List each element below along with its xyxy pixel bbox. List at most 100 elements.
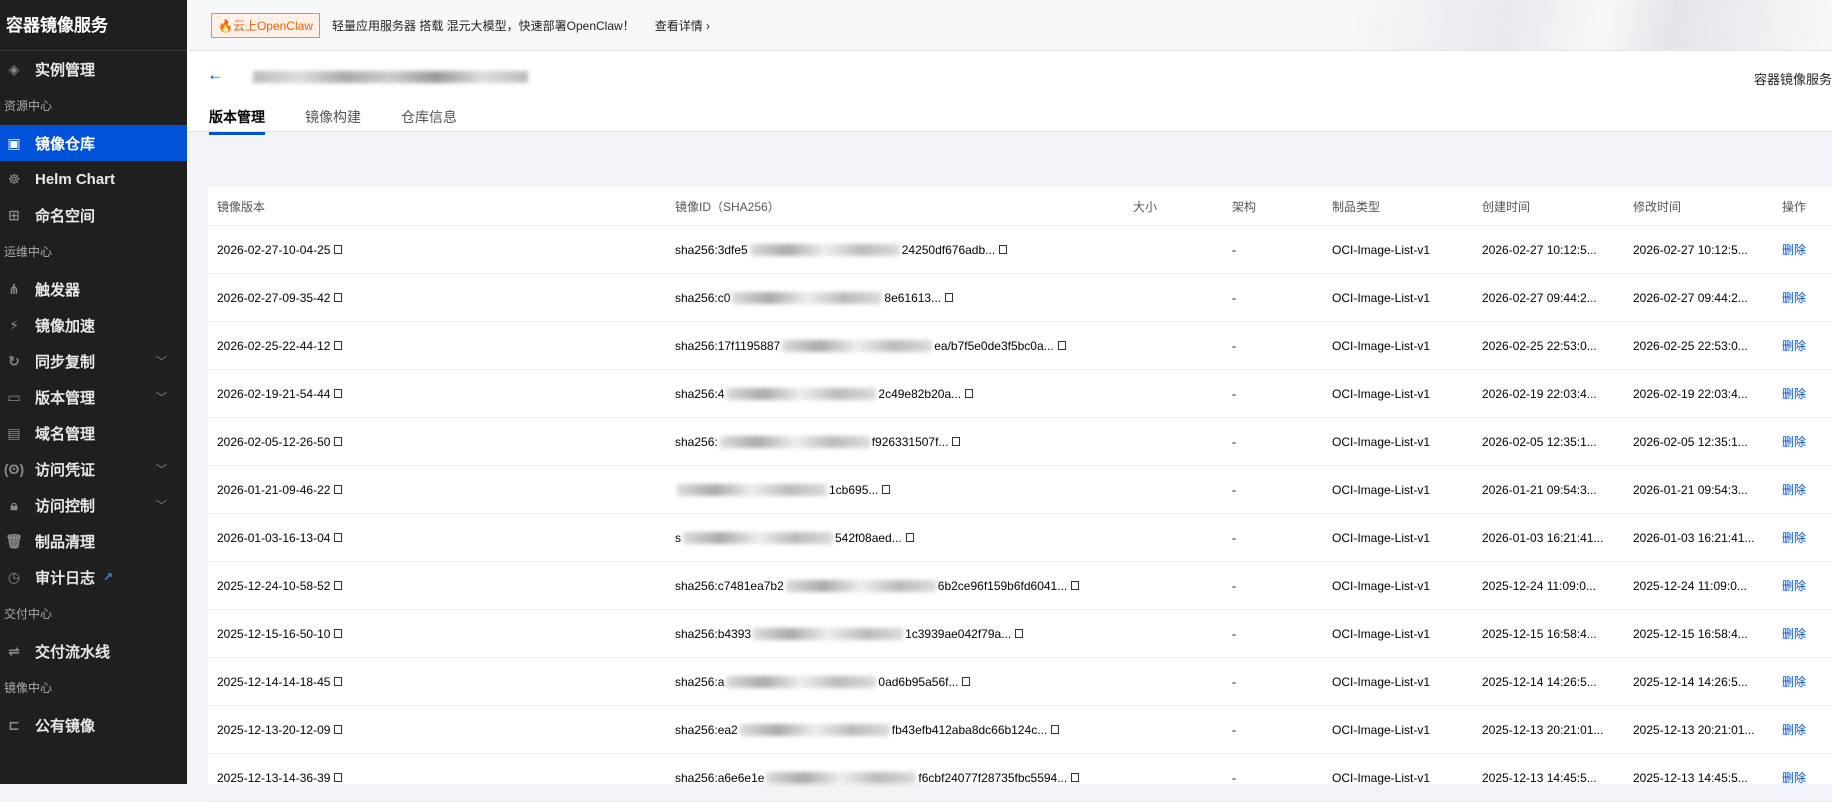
- artifact-type: OCI-Image-List-v1: [1332, 626, 1431, 641]
- created-time: 2026-02-19 22:03:4...: [1482, 386, 1597, 401]
- copy-icon[interactable]: [334, 341, 343, 350]
- copy-icon[interactable]: [334, 725, 343, 734]
- delete-button[interactable]: 删除: [1782, 226, 1806, 273]
- artifact-type: OCI-Image-List-v1: [1332, 434, 1431, 449]
- sidebar-item[interactable]: ◷ 审计日志 ↗: [0, 559, 187, 595]
- delete-button[interactable]: 删除: [1782, 466, 1806, 513]
- artifact-type: OCI-Image-List-v1: [1332, 722, 1431, 737]
- copy-icon[interactable]: [334, 485, 343, 494]
- arch: -: [1232, 770, 1236, 785]
- redacted-region: [785, 579, 936, 592]
- copy-icon[interactable]: [962, 677, 971, 686]
- created-time: 2026-02-27 10:12:5...: [1482, 242, 1597, 257]
- arch: -: [1232, 338, 1236, 353]
- copy-icon[interactable]: [334, 293, 343, 302]
- arch: -: [1232, 722, 1236, 737]
- sidebar-title: 容器镜像服务: [0, 0, 187, 51]
- copy-icon[interactable]: [1051, 725, 1060, 734]
- version-tag: 2026-02-27-09-35-42: [217, 290, 331, 305]
- delete-button[interactable]: 删除: [1782, 418, 1806, 465]
- copy-icon[interactable]: [334, 245, 343, 254]
- promo-badge[interactable]: 🔥云上OpenClaw: [211, 12, 320, 38]
- image-id-start: s: [675, 530, 681, 545]
- copy-icon[interactable]: [334, 533, 343, 542]
- service-breadcrumb[interactable]: 容器镜像服务: [1754, 69, 1832, 88]
- helm-icon: ☸: [7, 170, 21, 187]
- sidebar-item-label: 访问控制: [35, 497, 96, 515]
- delete-button[interactable]: 删除: [1782, 658, 1806, 705]
- image-id-start: sha256:c0: [675, 290, 731, 305]
- sidebar-item[interactable]: ▭ 版本管理 ﹀: [0, 379, 187, 415]
- copy-icon[interactable]: [952, 437, 961, 446]
- created-time: 2025-12-24 11:09:0...: [1482, 578, 1596, 593]
- sidebar-item[interactable]: ▣ 镜像仓库: [0, 125, 187, 161]
- sidebar-item[interactable]: ▤ 域名管理: [0, 415, 187, 451]
- sidebar-item[interactable]: ↻ 同步复制 ﹀: [0, 343, 187, 379]
- redacted-region: [719, 435, 870, 448]
- copy-icon[interactable]: [882, 485, 891, 494]
- tab-versions[interactable]: 版本管理: [209, 107, 265, 135]
- arch: -: [1232, 434, 1236, 449]
- copy-icon[interactable]: [999, 245, 1008, 254]
- redacted-region: [782, 339, 933, 352]
- sidebar-section-label: 运维中心: [4, 245, 53, 259]
- version-tag: 2026-01-21-09-46-22: [217, 482, 331, 497]
- promo-text: 轻量应用服务器 搭载 混元大模型，快速部署OpenClaw！: [331, 18, 635, 33]
- copy-icon[interactable]: [334, 389, 343, 398]
- column-header: 创建时间: [1482, 199, 1531, 214]
- back-arrow-icon[interactable]: ←: [207, 65, 224, 85]
- sidebar-item[interactable]: ⇌ 交付流水线: [0, 633, 187, 669]
- delete-button[interactable]: 删除: [1782, 514, 1806, 561]
- sidebar-item[interactable]: ⋔ 触发器: [0, 271, 187, 307]
- tab-repo-info[interactable]: 仓库信息: [401, 107, 457, 135]
- copy-icon[interactable]: [334, 677, 343, 686]
- chevron-down-icon[interactable]: ﹀: [156, 353, 167, 369]
- sidebar-item-label: 版本管理: [35, 389, 96, 407]
- copy-icon[interactable]: [1071, 773, 1080, 782]
- copy-icon[interactable]: [905, 533, 914, 542]
- delete-button[interactable]: 删除: [1782, 562, 1806, 609]
- copy-icon[interactable]: [334, 629, 343, 638]
- sidebar-item[interactable]: ⚡ 镜像加速: [0, 307, 187, 343]
- delete-button[interactable]: 删除: [1782, 274, 1806, 321]
- chevron-down-icon[interactable]: ﹀: [156, 497, 167, 513]
- chevron-down-icon[interactable]: ﹀: [156, 389, 167, 405]
- sidebar-section-label: 资源中心: [4, 99, 53, 113]
- modified-time: 2026-01-21 09:54:3...: [1633, 482, 1748, 497]
- tab-image-build[interactable]: 镜像构建: [305, 107, 361, 135]
- sidebar-item[interactable]: ☸ Helm Chart: [0, 161, 187, 197]
- copy-icon[interactable]: [965, 389, 974, 398]
- redacted-region: [766, 771, 917, 784]
- copy-icon[interactable]: [1071, 581, 1080, 590]
- delete-button[interactable]: 删除: [1782, 610, 1806, 657]
- delete-button[interactable]: 删除: [1782, 322, 1806, 369]
- sidebar-item[interactable]: ⊏ 公有镜像: [0, 707, 187, 743]
- delete-button[interactable]: 删除: [1782, 370, 1806, 417]
- sidebar-item[interactable]: 🗑︎ 制品清理: [0, 523, 187, 559]
- sidebar-item-label: Helm Chart: [35, 170, 116, 188]
- modified-time: 2026-02-05 12:35:1...: [1633, 434, 1748, 449]
- table-row: 2025-12-24-10-58-52 sha256:c7481ea7b2 6b2c…: [208, 562, 1832, 610]
- sidebar-item[interactable]: ⊞ 命名空间: [0, 197, 187, 233]
- redacted-region: [726, 675, 877, 688]
- image-id-end: 0ad6b95a56f...: [878, 674, 959, 689]
- delete-button[interactable]: 删除: [1782, 706, 1806, 753]
- copy-icon[interactable]: [334, 773, 343, 782]
- copy-icon[interactable]: [1015, 629, 1024, 638]
- versions-table: 镜像版本 镜像ID（SHA256） 大小 架构 制品类型 创建时间 修改时间 操作 2026-0…: [208, 187, 1832, 802]
- sidebar-item[interactable]: (ʘ) 访问凭证 ﹀: [0, 451, 187, 487]
- delete-button[interactable]: 删除: [1782, 754, 1806, 801]
- copy-icon[interactable]: [945, 293, 954, 302]
- sidebar-item[interactable]: ◈ 实例管理: [0, 51, 187, 87]
- sidebar-item[interactable]: 🔒︎ 访问控制 ﹀: [0, 487, 187, 523]
- copy-icon[interactable]: [334, 437, 343, 446]
- version-tag: 2026-01-03-16-13-04: [217, 530, 331, 545]
- image-id-start: sha256:17f1195887: [675, 338, 781, 353]
- column-header: 镜像ID（SHA256）: [675, 199, 780, 214]
- sync-icon: ↻: [8, 352, 20, 369]
- copy-icon[interactable]: [334, 581, 343, 590]
- copy-icon[interactable]: [1057, 341, 1066, 350]
- chevron-down-icon[interactable]: ﹀: [156, 461, 167, 477]
- image-id-end: ea/b7f5e0de3f5bc0a...: [934, 338, 1054, 353]
- promo-details-link[interactable]: 查看详情 ›: [655, 17, 710, 34]
